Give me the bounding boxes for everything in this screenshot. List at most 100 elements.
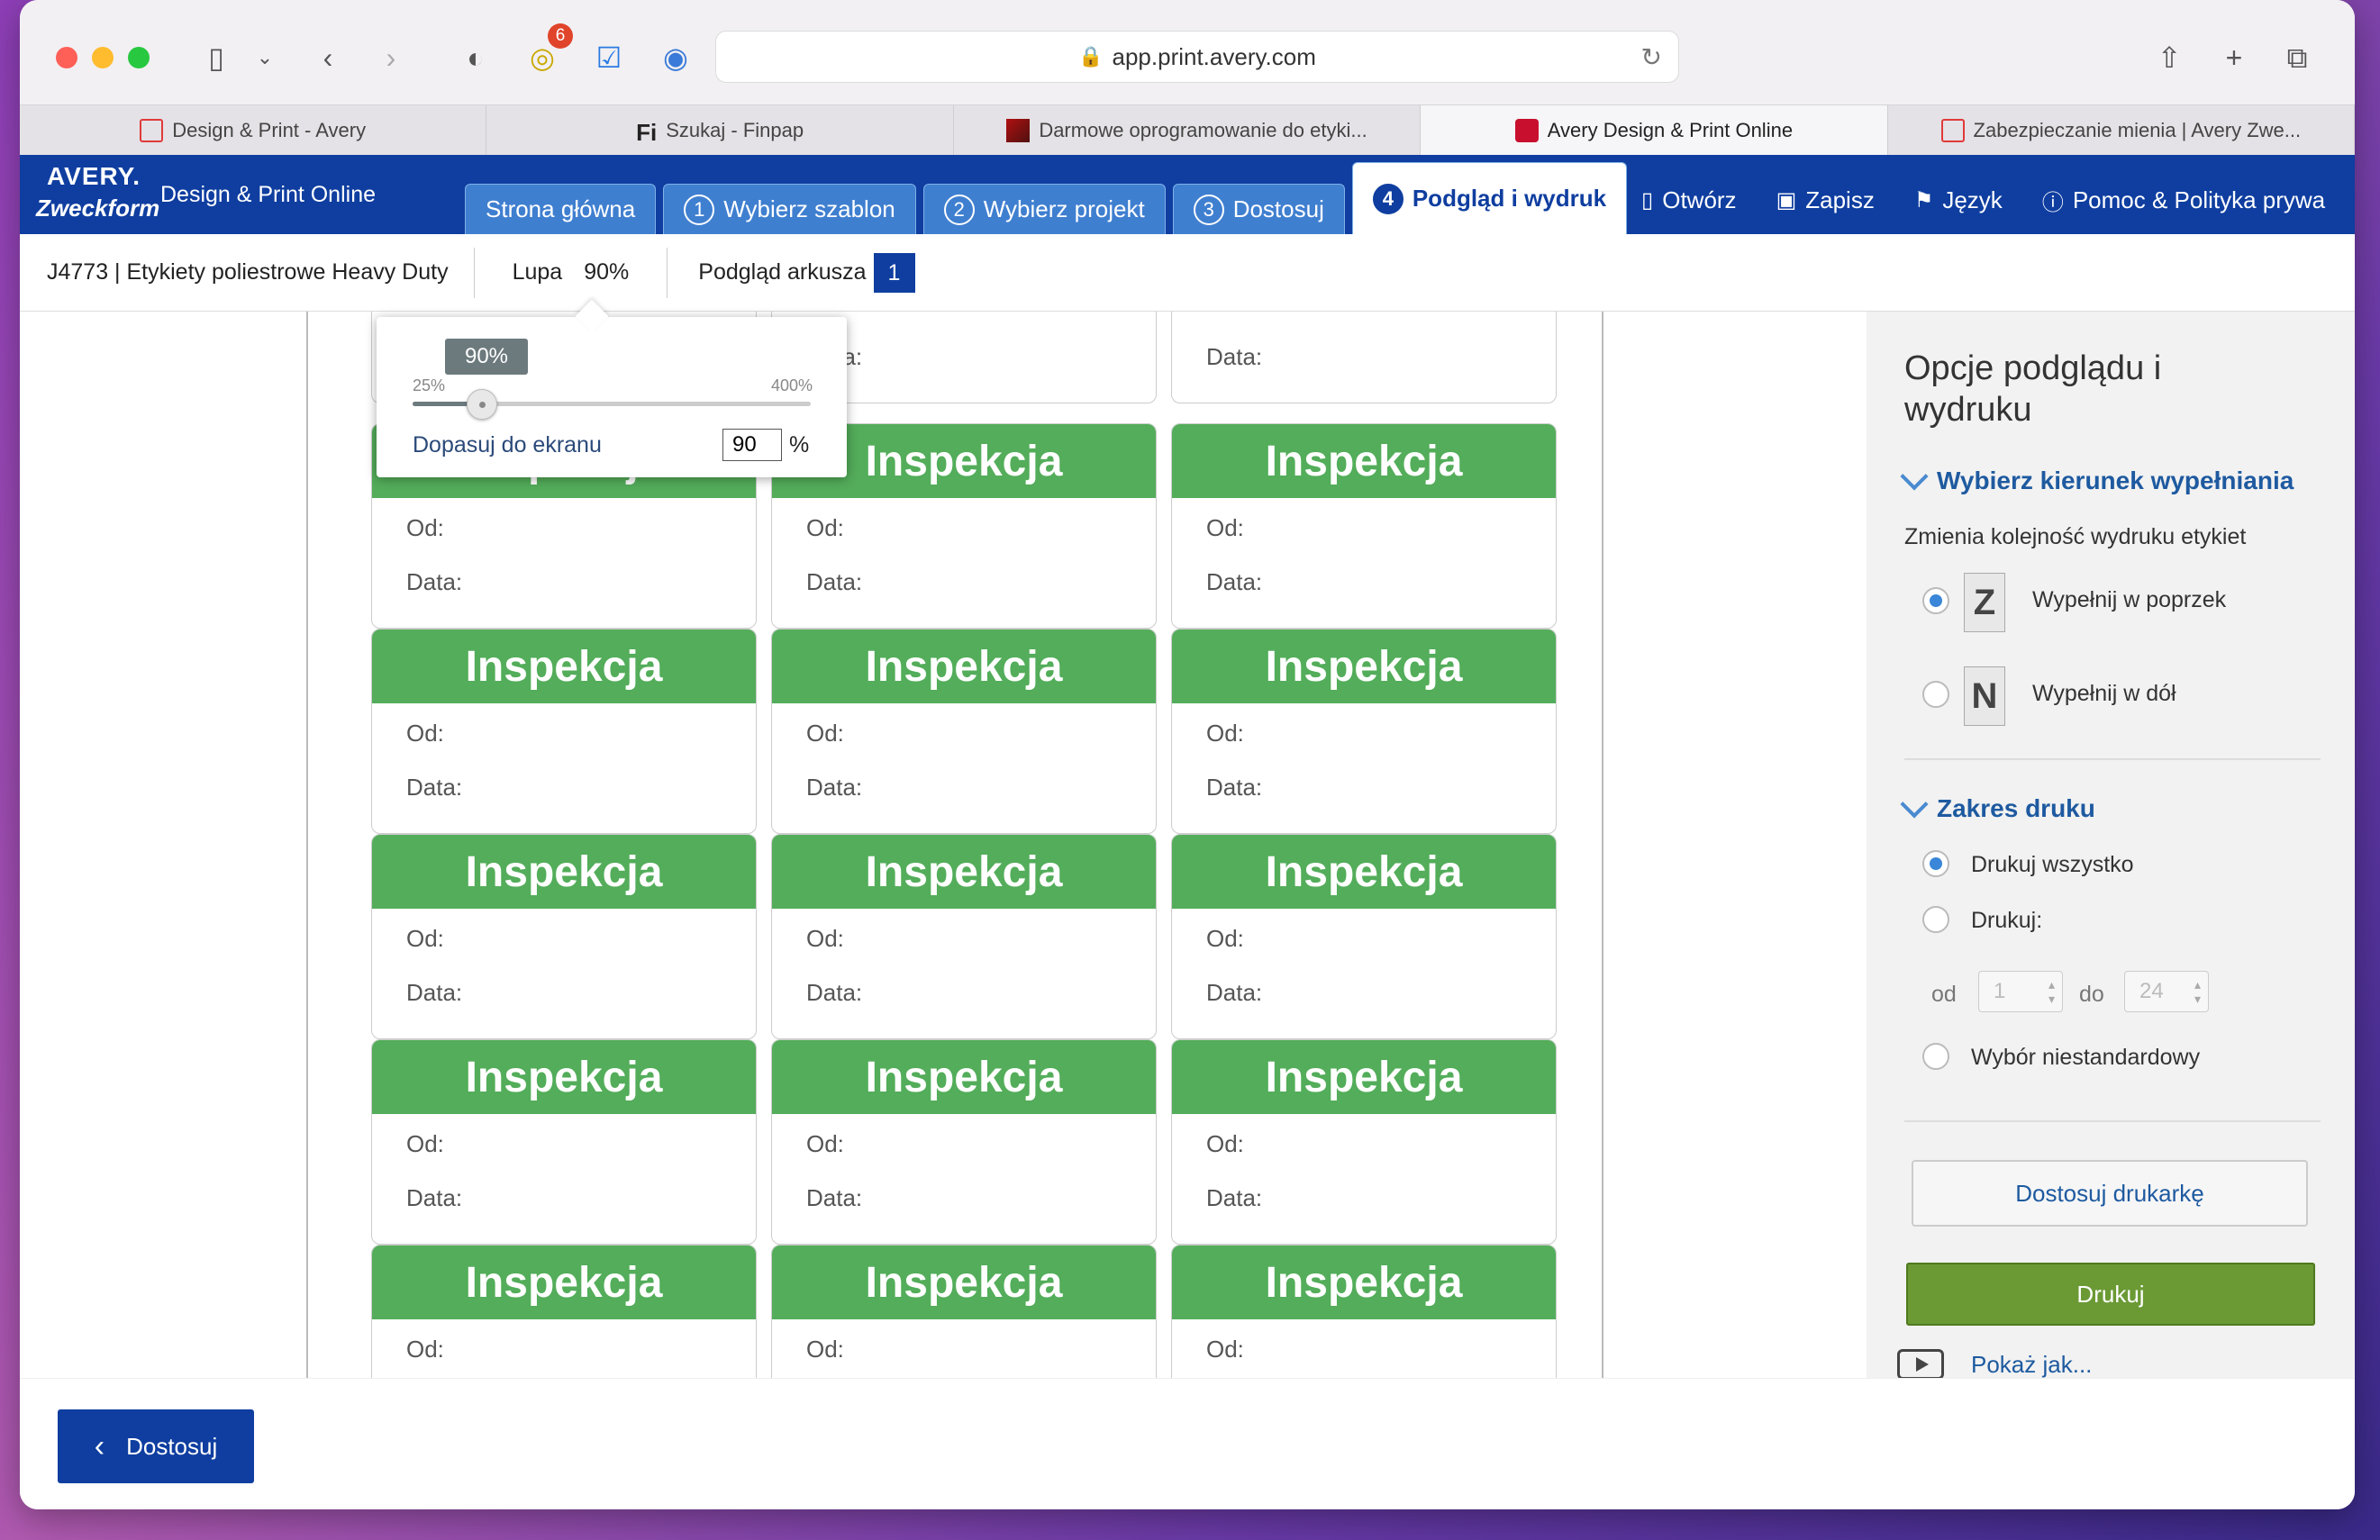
avery-logo[interactable]: AVERY. Zweckform xyxy=(29,159,159,231)
label-heading: Inspekcja xyxy=(372,630,756,703)
step-number: 2 xyxy=(943,194,975,225)
back-to-customize-button[interactable]: ‹ Dostosuj xyxy=(58,1409,254,1483)
fill-down-radio[interactable] xyxy=(1922,681,1949,708)
options-panel: Opcje podglądu i wydruku Wybierz kierune… xyxy=(1867,312,2355,1378)
step-choose-template[interactable]: 1 Wybierz szablon xyxy=(663,184,916,234)
label-from-field: Od: xyxy=(806,1336,844,1363)
chevron-left-icon: ‹ xyxy=(94,1428,105,1463)
sidebar-toggle-icon[interactable]: ▯ xyxy=(196,38,236,77)
label-heading: Inspekcja xyxy=(772,1246,1156,1319)
percent-sign: % xyxy=(789,432,810,457)
label-heading: Inspekcja xyxy=(372,1246,756,1319)
zoom-slider[interactable] xyxy=(413,389,811,420)
print-all-radio[interactable] xyxy=(1922,850,1949,877)
tab-label: Design & Print - Avery xyxy=(172,118,367,141)
step-label: Strona główna xyxy=(486,195,636,222)
tab-finpap[interactable]: Fi Szukaj - Finpap xyxy=(486,105,954,155)
back-icon[interactable]: ‹ xyxy=(308,38,348,77)
step-number: 3 xyxy=(1193,194,1224,225)
share-icon[interactable]: ⇧ xyxy=(2149,38,2189,77)
label-item: InspekcjaOd:Data: xyxy=(1171,629,1557,834)
label-heading: Inspekcja xyxy=(772,1040,1156,1114)
step-preview-print[interactable]: 4 Podgląd i wydruk xyxy=(1351,162,1628,234)
tab-zabezpieczanie[interactable]: Zabezpieczanie mienia | Avery Zwe... xyxy=(1888,105,2355,155)
show-how-link[interactable]: Pokaż jak... xyxy=(1897,1349,2092,1378)
sheet-preview-page[interactable]: 1 xyxy=(873,252,915,293)
divider xyxy=(667,247,668,298)
label-from-field: Od: xyxy=(806,925,844,952)
print-range-label[interactable]: Drukuj: xyxy=(1971,908,2042,934)
forward-icon[interactable]: › xyxy=(371,38,411,77)
label-date-field: Data: xyxy=(406,979,463,1006)
language-link[interactable]: ⚑ Język xyxy=(1914,186,2003,214)
divider xyxy=(1904,1120,2321,1122)
custom-selection-label[interactable]: Wybór niestandardowy xyxy=(1971,1045,2200,1071)
step-nav: Strona główna 1 Wybierz szablon 2 Wybier… xyxy=(465,162,1628,234)
label-item: InspekcjaOd:Data: xyxy=(771,1245,1157,1378)
label-from-field: Od: xyxy=(1206,1130,1244,1157)
tab-darmowe[interactable]: Darmowe oprogramowanie do etyki... xyxy=(954,105,1422,155)
zoom-value[interactable]: 90% xyxy=(584,259,629,285)
open-link[interactable]: ▯ Otwórz xyxy=(1641,186,1737,214)
fill-across-z-icon: Z xyxy=(1964,573,2005,632)
label-date-field: Data: xyxy=(806,979,863,1006)
zoom-min-label: 25% xyxy=(413,376,446,394)
help-link[interactable]: ⓘ Pomoc & Polityka prywa xyxy=(2042,185,2325,216)
label-from-field: Od: xyxy=(806,514,844,541)
help-label: Pomoc & Polityka prywa xyxy=(2072,186,2326,213)
checkbox-extension-icon[interactable]: ☑ xyxy=(589,38,629,77)
question-circle-icon: ⓘ xyxy=(2041,190,2064,215)
divider xyxy=(1904,758,2321,760)
chevron-down-icon[interactable]: ⌄ xyxy=(245,38,285,77)
label-heading: Inspekcja xyxy=(1172,424,1556,498)
label-item: InspekcjaOd:Data: xyxy=(1171,312,1557,403)
reload-icon[interactable]: ↻ xyxy=(1641,42,1662,72)
step-customize[interactable]: 3 Dostosuj xyxy=(1172,184,1345,234)
fill-direction-header[interactable]: Wybierz kierunek wypełniania xyxy=(1900,462,2294,495)
close-window-button[interactable] xyxy=(56,47,77,68)
fill-down-label[interactable]: Wypełnij w dół xyxy=(2032,681,2176,707)
label-item: InspekcjaOd:Data: xyxy=(771,629,1157,834)
step-choose-design[interactable]: 2 Wybierz projekt xyxy=(922,184,1166,234)
tab-overview-icon[interactable]: ⧉ xyxy=(2277,38,2317,77)
window-controls xyxy=(56,47,150,68)
open-label: Otwórz xyxy=(1662,186,1737,213)
zoom-label[interactable]: Lupa xyxy=(513,259,563,285)
new-tab-icon[interactable]: + xyxy=(2214,38,2254,77)
label-from-field: Od: xyxy=(1206,312,1244,317)
shield-icon[interactable]: ◐ xyxy=(456,38,495,77)
fill-across-label[interactable]: Wypełnij w poprzek xyxy=(2032,587,2226,613)
zoom-slider-handle[interactable] xyxy=(466,389,497,420)
zoom-tooltip: 90% xyxy=(445,339,528,375)
custom-selection-radio[interactable] xyxy=(1922,1043,1949,1070)
tab-label: Zabezpieczanie mienia | Avery Zwe... xyxy=(1973,118,2302,141)
minimize-window-button[interactable] xyxy=(92,47,114,68)
print-range-radio[interactable] xyxy=(1922,906,1949,933)
label-date-field: Data: xyxy=(1206,568,1263,595)
zoom-window-button[interactable] xyxy=(128,47,150,68)
tab-avery-online[interactable]: Avery Design & Print Online xyxy=(1421,105,1888,155)
fill-across-radio[interactable] xyxy=(1922,587,1949,614)
label-from-field: Od: xyxy=(806,720,844,747)
fit-to-screen-link[interactable]: Dopasuj do ekranu xyxy=(413,432,602,458)
avery-outline-icon xyxy=(140,118,164,142)
tab-design-print[interactable]: Design & Print - Avery xyxy=(20,105,487,155)
step-label: Wybierz szablon xyxy=(723,195,895,222)
print-range-header[interactable]: Zakres druku xyxy=(1900,790,2095,823)
step-number: 4 xyxy=(1372,183,1403,214)
zoom-percent-input[interactable] xyxy=(722,429,782,461)
label-date-field: Data: xyxy=(806,568,863,595)
save-link[interactable]: ▣ Zapisz xyxy=(1776,186,1875,214)
label-date-field: Data: xyxy=(406,774,463,801)
print-button[interactable]: Drukuj xyxy=(1906,1263,2315,1326)
address-bar[interactable]: 🔒 app.print.avery.com ↻ xyxy=(715,31,1679,83)
extension-chat-icon[interactable]: ◉ xyxy=(656,38,695,77)
range-to-stepper[interactable]: 24 xyxy=(2124,971,2209,1012)
adjust-printer-button[interactable]: Dostosuj drukarkę xyxy=(1912,1160,2308,1227)
app-header: AVERY. Zweckform Design & Print Online S… xyxy=(20,155,2355,234)
range-from-stepper[interactable]: 1 xyxy=(1978,971,2063,1012)
step-home[interactable]: Strona główna xyxy=(465,184,657,234)
label-item: InspekcjaOd:Data: xyxy=(771,1039,1157,1245)
print-all-label[interactable]: Drukuj wszystko xyxy=(1971,852,2134,878)
label-heading: Inspekcja xyxy=(372,1040,756,1114)
